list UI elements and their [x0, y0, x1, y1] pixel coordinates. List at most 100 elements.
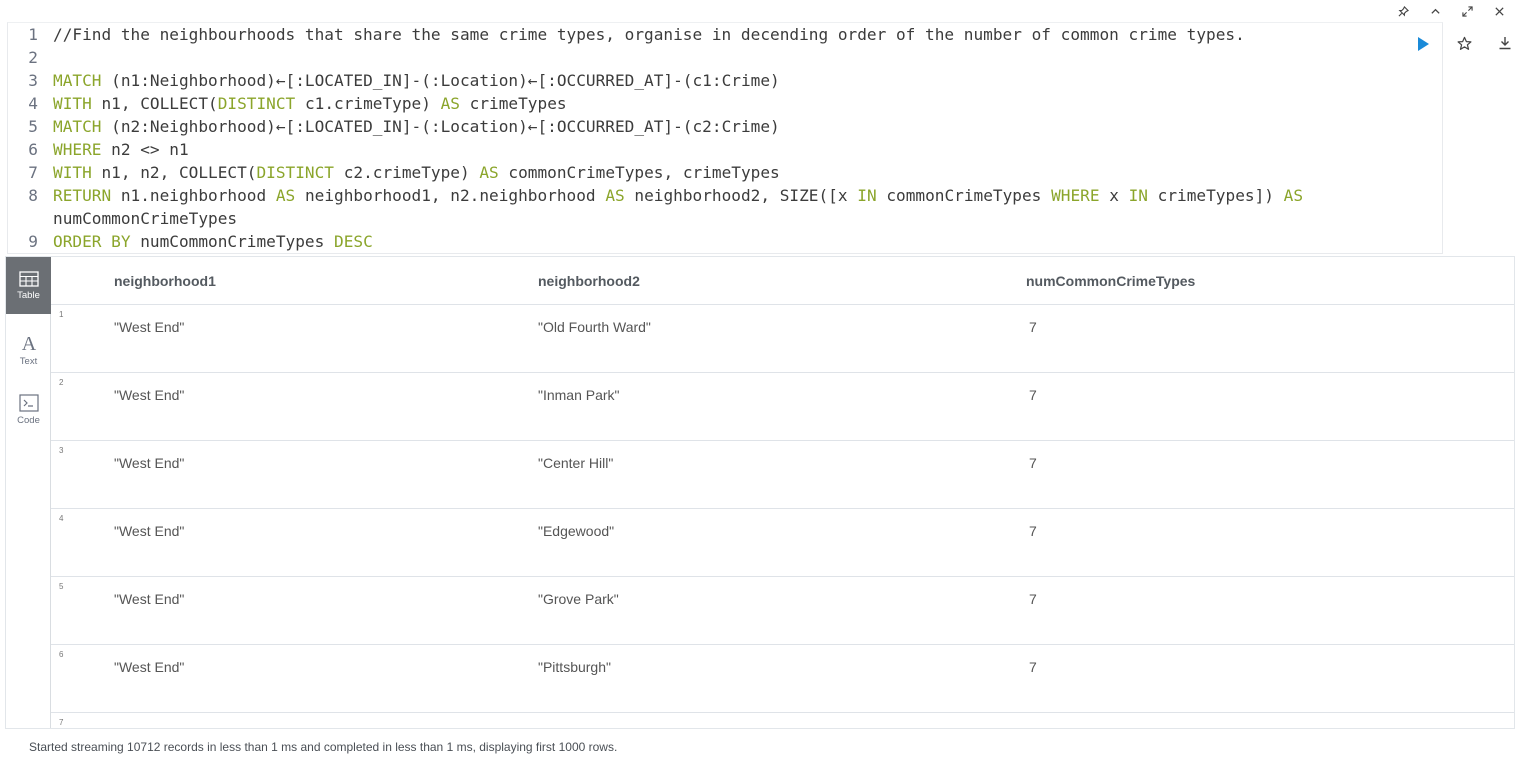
code-keyword: AS	[275, 186, 296, 205]
table-cell-numcommoncrimetypes: 7	[1029, 319, 1037, 335]
expand-icon	[1461, 5, 1473, 17]
code-content: WITH n1, COLLECT(DISTINCT c1.crimeType) …	[53, 92, 567, 115]
code-keyword: IN	[1128, 186, 1148, 205]
line-number: 2	[28, 48, 38, 67]
code-content: ORDER BY numCommonCrimeTypes DESC	[53, 230, 373, 253]
code-keyword: DISTINCT	[217, 94, 296, 113]
table-cell-neighborhood1: "West End"	[114, 319, 185, 335]
star-icon	[1457, 36, 1471, 50]
code-keyword: DISTINCT	[256, 163, 334, 182]
code-text: neighborhood1, n2.neighborhood	[295, 186, 606, 205]
code-text: //Find the neighbourhoods that share the…	[53, 25, 1245, 44]
table-cell-numcommoncrimetypes: 7	[1029, 387, 1037, 403]
line-number: 3	[28, 71, 38, 90]
close-icon	[1494, 6, 1504, 16]
column-header-numcommoncrimetypes[interactable]: numCommonCrimeTypes	[1026, 273, 1195, 289]
table-cell-neighborhood1: "West End"	[114, 455, 185, 471]
code-keyword: IN	[857, 186, 877, 205]
code-text: crimeTypes	[459, 94, 567, 113]
table-header: neighborhood1 neighborhood2 numCommonCri…	[51, 257, 1514, 305]
code-keyword: WITH	[53, 163, 92, 182]
code-text: n2 <> n1	[101, 140, 189, 159]
code-text: n1, COLLECT(	[91, 94, 218, 113]
result-table: neighborhood1 neighborhood2 numCommonCri…	[51, 257, 1514, 728]
table-row[interactable]: 4 "West End" "Edgewood" 7	[51, 509, 1514, 577]
table-row[interactable]: 2 "West End" "Inman Park" 7	[51, 373, 1514, 441]
view-sidebar: Table A Text Code	[6, 257, 51, 728]
view-tab-code[interactable]: Code	[6, 381, 51, 438]
run-button[interactable]	[1413, 34, 1433, 54]
code-keyword: WITH	[53, 94, 92, 113]
window-controls	[1387, 0, 1515, 22]
code-text: (n1:Neighborhood)←[:LOCATED_IN]-(:Locati…	[101, 71, 780, 90]
code-text: numCommonCrimeTypes	[53, 209, 238, 228]
line-number: 4	[28, 94, 38, 113]
code-text: neighborhood2, SIZE([x	[624, 186, 858, 205]
favorite-button[interactable]	[1454, 33, 1474, 53]
table-cell-neighborhood2: "Edgewood"	[538, 523, 615, 539]
row-number: 4	[59, 514, 64, 523]
code-text: x	[1099, 186, 1129, 205]
code-keyword: MATCH	[53, 71, 102, 90]
table-cell-neighborhood1: "West End"	[114, 591, 185, 607]
table-row[interactable]: 6 "West End" "Pittsburgh" 7	[51, 645, 1514, 713]
collapse-button[interactable]	[1419, 0, 1451, 22]
table-row[interactable]: 5 "West End" "Grove Park" 7	[51, 577, 1514, 645]
view-tab-label: Text	[19, 355, 38, 367]
code-text: commonCrimeTypes	[876, 186, 1052, 205]
chevron-up-icon	[1430, 8, 1440, 14]
code-content: WHERE n2 <> n1	[53, 138, 189, 161]
table-cell-neighborhood2: "Inman Park"	[538, 387, 620, 403]
table-cell-neighborhood1: "West End"	[114, 659, 185, 675]
code-text: (n2:Neighborhood)←[:LOCATED_IN]-(:Locati…	[101, 117, 780, 136]
column-header-neighborhood2[interactable]: neighborhood2	[538, 273, 640, 289]
code-keyword: RETURN	[53, 186, 112, 205]
code-text: c2.crimeType)	[334, 163, 480, 182]
line-number: 1	[28, 25, 38, 44]
text-icon: A	[21, 333, 36, 353]
line-number: 5	[28, 117, 38, 136]
table-cell-neighborhood1: "West End"	[114, 387, 185, 403]
line-number: 8	[28, 186, 38, 205]
code-keyword: AS	[1283, 186, 1304, 205]
code-icon	[18, 393, 39, 412]
code-content: MATCH (n2:Neighborhood)←[:LOCATED_IN]-(:…	[53, 115, 780, 138]
query-editor[interactable]: 1 //Find the neighbourhoods that share th…	[7, 22, 1443, 254]
line-number: 6	[28, 140, 38, 159]
code-text: n1, n2, COLLECT(	[91, 163, 257, 182]
column-header-neighborhood1[interactable]: neighborhood1	[114, 273, 216, 289]
code-content: RETURN n1.neighborhood AS neighborhood1,…	[53, 184, 1303, 207]
close-button[interactable]	[1483, 0, 1515, 22]
code-keyword: AS	[479, 163, 499, 182]
pin-button[interactable]	[1387, 0, 1419, 22]
view-tab-table[interactable]: Table	[6, 257, 51, 314]
download-button[interactable]	[1495, 33, 1515, 53]
row-number: 5	[59, 582, 64, 591]
fullscreen-button[interactable]	[1451, 0, 1483, 22]
svg-text:A: A	[21, 333, 36, 353]
code-keyword: AS	[605, 186, 625, 205]
table-cell-neighborhood2: "Old Fourth Ward"	[538, 319, 651, 335]
table-cell-numcommoncrimetypes: 7	[1029, 455, 1037, 471]
code-text: crimeTypes])	[1147, 186, 1284, 205]
code-keyword: WHERE	[53, 140, 102, 159]
code-text: numCommonCrimeTypes	[130, 232, 334, 251]
row-number: 6	[59, 650, 64, 659]
code-keyword: MATCH	[53, 117, 102, 136]
table-row[interactable]: 1 "West End" "Old Fourth Ward" 7	[51, 305, 1514, 373]
code-keyword: AS	[440, 94, 460, 113]
table-row[interactable]: 7	[51, 713, 1514, 728]
table-cell-neighborhood2: "Center Hill"	[538, 455, 614, 471]
code-content: MATCH (n1:Neighborhood)←[:LOCATED_IN]-(:…	[53, 69, 780, 92]
row-number: 7	[59, 718, 64, 727]
table-cell-neighborhood2: "Pittsburgh"	[538, 659, 611, 675]
row-number: 1	[59, 310, 64, 319]
table-row[interactable]: 3 "West End" "Center Hill" 7	[51, 441, 1514, 509]
download-icon	[1499, 37, 1511, 50]
table-cell-numcommoncrimetypes: 7	[1029, 591, 1037, 607]
row-number: 3	[59, 446, 64, 455]
view-tab-text[interactable]: A Text	[6, 321, 51, 378]
view-tab-label: Code	[17, 414, 40, 426]
code-keyword: DESC	[334, 232, 373, 251]
code-text: n1.neighborhood	[111, 186, 276, 205]
